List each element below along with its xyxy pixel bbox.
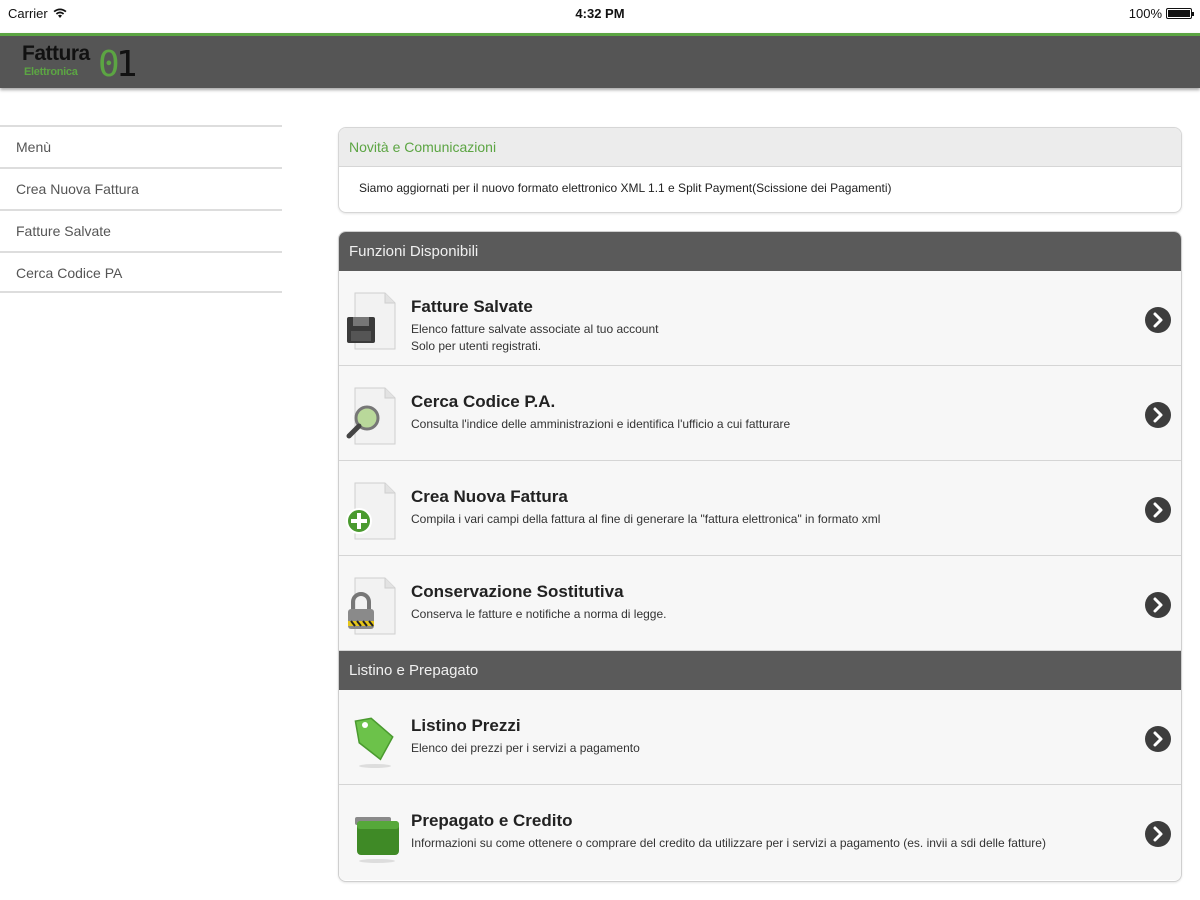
battery-icon [1166, 8, 1194, 19]
item-title: Conservazione Sostitutiva [411, 582, 624, 601]
list-item-fatture-salvate[interactable]: Fatture Salvate Elenco fatture salvate a… [339, 271, 1181, 366]
list-item-conservazione-sostitutiva[interactable]: Conservazione Sostitutiva Conserva le fa… [339, 556, 1181, 651]
list-item-crea-nuova-fattura[interactable]: Crea Nuova Fattura Compila i vari campi … [339, 461, 1181, 556]
logo-number: 01 [98, 44, 137, 85]
item-title: Listino Prezzi [411, 716, 521, 735]
sidebar-item-menu[interactable]: Menù [0, 125, 282, 167]
lock-document-icon [348, 577, 396, 635]
item-description: Compila i vari campi della fattura al fi… [411, 512, 881, 526]
list-item-cerca-codice-pa[interactable]: Cerca Codice P.A. Consulta l'indice dell… [339, 366, 1181, 461]
nav-bar: Fattura Elettronica 01 [0, 33, 1200, 88]
search-document-icon [346, 387, 396, 445]
wallet-icon [355, 817, 399, 863]
news-box: Novità e Comunicazioni Siamo aggiornati … [338, 127, 1182, 213]
sidebar-item-fatture-salvate[interactable]: Fatture Salvate [0, 209, 282, 251]
item-description: Consulta l'indice delle amministrazioni … [411, 417, 791, 431]
section-heading-funzioni: Funzioni Disponibili [339, 232, 1181, 271]
battery-label: 100% [1128, 6, 1162, 21]
saved-document-icon [347, 292, 396, 350]
item-title: Prepagato e Credito [411, 811, 573, 830]
functions-panel: Funzioni Disponibili Fatture Salvate Ele… [338, 231, 1182, 882]
chevron-right-icon[interactable] [1145, 821, 1171, 847]
item-title: Crea Nuova Fattura [411, 487, 568, 506]
list-item-listino-prezzi[interactable]: Listino Prezzi Elenco dei prezzi per i s… [339, 690, 1181, 785]
item-description: Conserva le fatture e notifiche a norma … [411, 607, 667, 621]
item-description: Elenco dei prezzi per i servizi a pagame… [411, 741, 640, 755]
chevron-right-icon[interactable] [1145, 307, 1171, 333]
logo-line1: Fattura [22, 42, 90, 65]
status-bar: Carrier 4:32 PM 100% [0, 0, 1200, 33]
list-item-prepagato-credito[interactable]: Prepagato e Credito Informazioni su come… [339, 785, 1181, 880]
sidebar-item-crea-nuova-fattura[interactable]: Crea Nuova Fattura [0, 167, 282, 209]
logo-line2: Elettronica [24, 66, 78, 78]
battery-indicator: 100% [1128, 6, 1194, 21]
chevron-right-icon[interactable] [1145, 726, 1171, 752]
chevron-right-icon[interactable] [1145, 497, 1171, 523]
chevron-right-icon[interactable] [1145, 402, 1171, 428]
item-title: Cerca Codice P.A. [411, 392, 556, 411]
sidebar-menu: Menù Crea Nuova Fattura Fatture Salvate … [0, 125, 282, 293]
chevron-right-icon[interactable] [1145, 592, 1171, 618]
news-text: Siamo aggiornati per il nuovo formato el… [359, 181, 892, 195]
clock: 4:32 PM [575, 6, 625, 21]
price-tag-icon [354, 717, 394, 768]
app-logo[interactable]: Fattura Elettronica 01 [20, 40, 140, 86]
sidebar-item-cerca-codice-pa[interactable]: Cerca Codice PA [0, 251, 282, 293]
news-title: Novità e Comunicazioni [339, 128, 1181, 167]
item-title: Fatture Salvate [411, 297, 533, 316]
item-description: Elenco fatture salvate associate al tuo … [411, 322, 659, 353]
section-heading-listino: Listino e Prepagato [339, 651, 1181, 690]
add-document-icon [346, 482, 396, 540]
item-description: Informazioni su come ottenere o comprare… [411, 836, 1046, 850]
